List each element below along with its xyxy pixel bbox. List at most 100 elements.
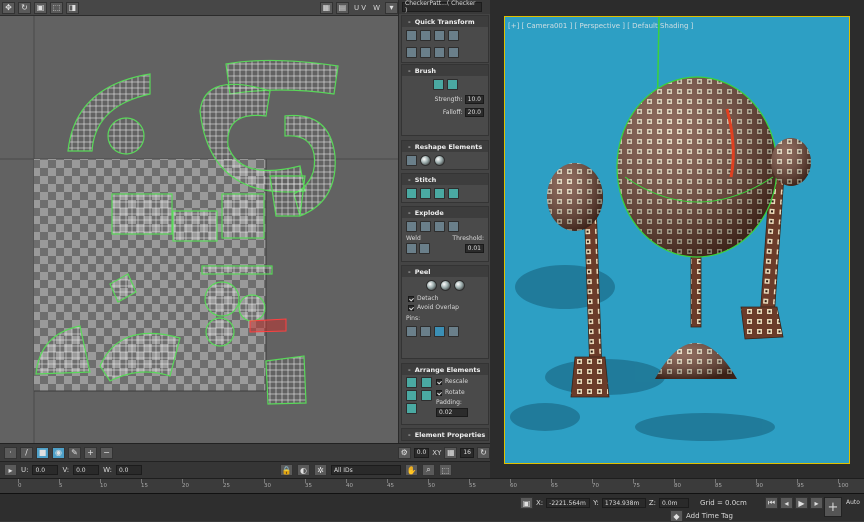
threshold-field[interactable]: 0.01 (464, 244, 484, 253)
settings-icon[interactable]: ⚙ (397, 446, 411, 459)
hide-icon[interactable]: ◐ (296, 464, 310, 476)
flatten-icon[interactable] (434, 221, 445, 232)
rescale-checkbox[interactable] (436, 378, 442, 385)
stitch-custom-icon[interactable] (448, 188, 459, 199)
go-to-start-icon[interactable]: ⏮ (765, 497, 778, 509)
falloff-field[interactable]: 20.0 (464, 108, 484, 117)
grow-button[interactable]: + (84, 446, 97, 459)
brush-relax-icon[interactable] (446, 79, 458, 90)
pin-remove-icon[interactable] (420, 326, 431, 337)
reshape-title[interactable]: Reshape Elements (402, 141, 488, 152)
texture-dropdown[interactable]: CheckerPatt...( Checker ) (402, 0, 482, 14)
freeform-tool-button[interactable]: ⬚ (50, 1, 63, 14)
align-vertical-icon[interactable] (434, 30, 445, 41)
w-field[interactable]: 0.0 (115, 465, 142, 475)
quick-transform-title[interactable]: Quick Transform (402, 16, 488, 27)
stitch-source-icon[interactable] (420, 188, 431, 199)
move-tool-button[interactable]: ✥ (2, 1, 15, 14)
time-tag-icon[interactable]: ◆ (670, 510, 683, 522)
select-edge-button[interactable]: / (20, 446, 33, 459)
options-button[interactable]: ▾ (385, 1, 398, 14)
perspective-viewport[interactable]: [+] [ Camera001 ] [ Perspective ] [ Defa… (490, 0, 864, 494)
scale-tool-button[interactable]: ▣ (34, 1, 47, 14)
brush-title[interactable]: Brush (402, 65, 488, 76)
pin-select-icon[interactable] (448, 326, 459, 337)
detach-edge-icon[interactable] (420, 221, 431, 232)
padding-field[interactable]: 0.02 (436, 408, 469, 417)
add-key-button[interactable]: + (824, 497, 842, 517)
select-vertex-button[interactable]: · (4, 446, 17, 459)
weld-selected-icon[interactable] (406, 243, 417, 254)
play-icon[interactable]: ▶ (795, 497, 808, 509)
pin-auto-icon[interactable] (434, 326, 445, 337)
select-face-button[interactable]: ■ (36, 446, 49, 459)
zoom-field[interactable]: 0.0 (413, 447, 430, 458)
pan-icon[interactable]: ✋ (404, 464, 418, 476)
grid-field[interactable]: 16 (460, 447, 474, 458)
align-center-icon[interactable] (406, 30, 417, 41)
v-field[interactable]: 0.0 (73, 465, 100, 475)
peel-title[interactable]: Peel (402, 266, 488, 277)
x-coordinate-field[interactable]: -2221.564m (546, 498, 591, 508)
peel-lscm-icon[interactable] (439, 280, 451, 291)
explode-title[interactable]: Explode (402, 207, 488, 218)
weld-all-icon[interactable] (419, 243, 430, 254)
stitch-average-icon[interactable] (434, 188, 445, 199)
y-coordinate-field[interactable]: 1734.938m (601, 498, 646, 508)
explode-options-icon[interactable] (448, 221, 459, 232)
next-frame-icon[interactable]: ▸ (810, 497, 823, 509)
id-filter-dropdown[interactable]: All IDs (330, 465, 401, 475)
freeze-icon[interactable]: ✲ (313, 464, 327, 476)
break-icon[interactable] (406, 221, 417, 232)
straighten-icon[interactable] (406, 155, 417, 166)
pin-add-icon[interactable] (406, 326, 417, 337)
pack-together-icon[interactable] (406, 390, 417, 401)
rotate-minus-90-icon[interactable] (448, 47, 459, 58)
uv-canvas[interactable] (0, 16, 398, 443)
stitch-target-icon[interactable] (406, 188, 417, 199)
relax-icon[interactable] (420, 155, 431, 166)
uv-axis-label[interactable]: U V (352, 4, 368, 12)
xy-label[interactable]: XY (432, 449, 441, 457)
pack-normalize-icon[interactable] (406, 377, 417, 388)
z-coordinate-field[interactable]: 0.0m (659, 498, 690, 508)
arrange-title[interactable]: Arrange Elements (402, 364, 488, 375)
zoom-region-icon[interactable]: ⬚ (438, 464, 452, 476)
arrange-rotate-icon[interactable] (421, 390, 432, 401)
lock-icon[interactable]: 🔒 (279, 464, 293, 476)
auto-key-label[interactable]: Auto (846, 499, 860, 506)
zoom-icon[interactable]: ⌕ (421, 464, 435, 476)
rotate-90-icon[interactable] (448, 30, 459, 41)
peel-reset-icon[interactable] (453, 280, 465, 291)
avoid-overlap-checkbox[interactable] (408, 304, 414, 311)
absolute-mode-button[interactable]: ▸ (4, 464, 17, 476)
grid-toggle-button[interactable]: ▦ (444, 446, 458, 459)
refresh-icon[interactable]: ↻ (477, 446, 490, 459)
map-display-button[interactable]: ▤ (335, 1, 349, 14)
flip-icon[interactable] (434, 47, 445, 58)
checker-toggle-button[interactable]: ▦ (319, 1, 333, 14)
u-field[interactable]: 0.0 (32, 465, 59, 475)
rotate-checkbox[interactable] (436, 389, 442, 396)
relax-options-icon[interactable] (434, 155, 445, 166)
pack-custom-icon[interactable] (406, 403, 417, 414)
space-horizontal-icon[interactable] (406, 47, 417, 58)
paint-select-button[interactable]: ✎ (68, 446, 81, 459)
select-element-button[interactable]: ◉ (52, 446, 65, 459)
mirror-tool-button[interactable]: ◨ (66, 1, 79, 14)
stitch-title[interactable]: Stitch (402, 174, 488, 185)
previous-frame-icon[interactable]: ◂ (780, 497, 793, 509)
brush-pinch-icon[interactable] (432, 79, 444, 90)
w-axis-label[interactable]: W (371, 4, 382, 12)
strength-field[interactable]: 10.0 (464, 95, 484, 104)
detach-checkbox[interactable] (408, 295, 414, 302)
align-horizontal-icon[interactable] (420, 30, 431, 41)
peel-quick-icon[interactable] (425, 280, 437, 291)
rotate-tool-button[interactable]: ↻ (18, 1, 31, 14)
rescale-icon[interactable] (421, 377, 432, 388)
add-time-tag-button[interactable]: Add Time Tag (686, 512, 733, 520)
element-properties-title[interactable]: Element Properties (402, 429, 488, 440)
selection-lock-icon[interactable]: ▣ (520, 497, 533, 509)
viewport-label[interactable]: [+] [ Camera001 ] [ Perspective ] [ Defa… (508, 22, 693, 30)
space-vertical-icon[interactable] (420, 47, 431, 58)
